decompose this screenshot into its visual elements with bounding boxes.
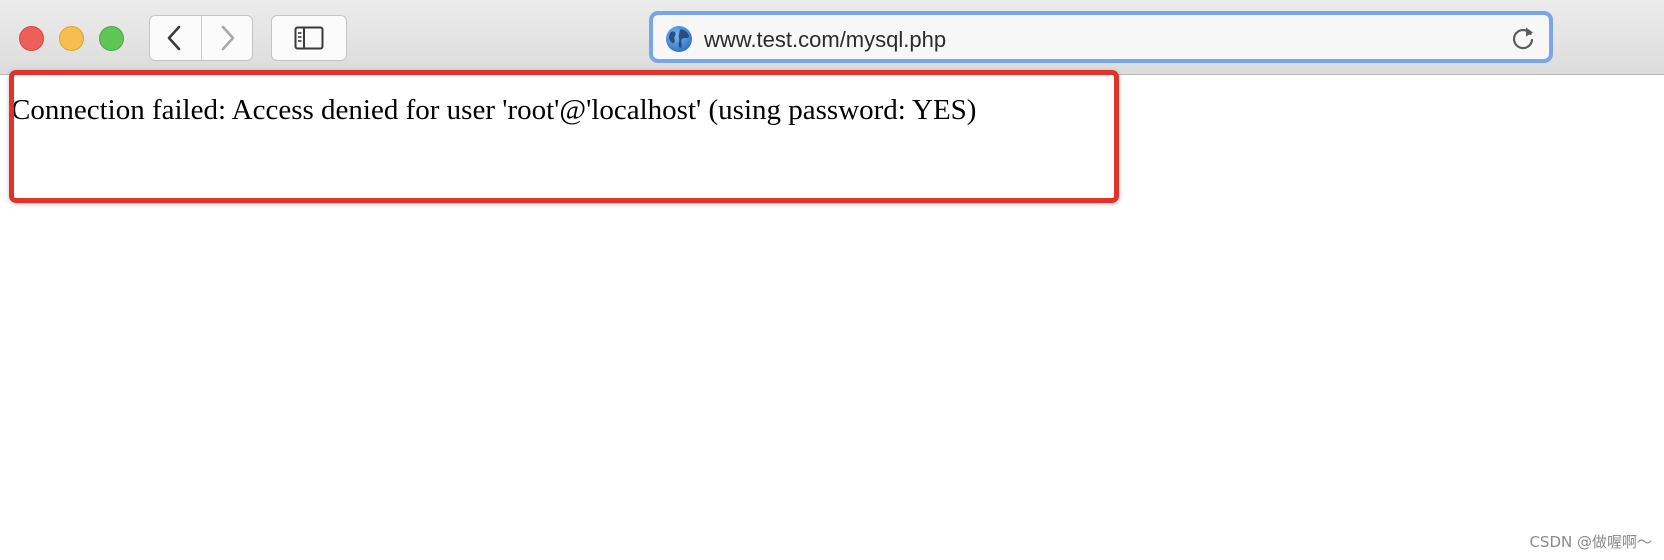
chevron-left-icon	[167, 25, 181, 51]
chevron-right-icon	[221, 25, 235, 51]
sidebar-icon	[294, 26, 324, 50]
watermark: CSDN @做喔啊～	[1529, 533, 1652, 551]
navigation-buttons	[149, 15, 253, 61]
address-bar[interactable]: www.test.com/mysql.php	[649, 11, 1553, 63]
back-button[interactable]	[150, 16, 201, 60]
url-text[interactable]: www.test.com/mysql.php	[704, 27, 946, 53]
globe-icon	[666, 26, 692, 52]
sidebar-toggle-button[interactable]	[271, 15, 347, 61]
window-minimize-button[interactable]	[59, 26, 84, 51]
browser-toolbar: www.test.com/mysql.php	[0, 0, 1664, 75]
reload-icon[interactable]	[1509, 25, 1537, 53]
forward-button[interactable]	[200, 16, 253, 60]
window-close-button[interactable]	[19, 26, 44, 51]
window-maximize-button[interactable]	[99, 26, 124, 51]
highlight-annotation-box	[9, 70, 1119, 203]
